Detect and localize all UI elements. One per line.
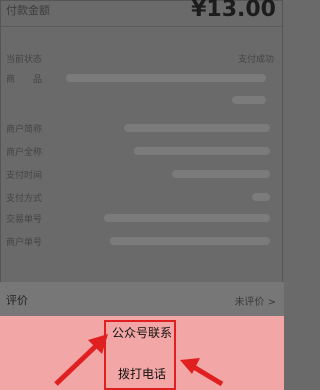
divider — [0, 26, 284, 27]
detail-row-merchant-short: 商户简称 — [0, 122, 284, 141]
review-link[interactable]: 未评价 > — [234, 293, 276, 308]
annotation-arrow-left-icon — [54, 334, 108, 386]
detail-row-pay-method: 支付方式 — [0, 191, 284, 210]
detail-row-pay-time: 支付时间 — [0, 168, 284, 187]
blurred-value — [232, 96, 266, 104]
detail-label: 当前状态 — [6, 55, 43, 65]
blurred-value — [172, 170, 270, 178]
highlight-box — [104, 320, 176, 390]
blurred-value — [134, 147, 270, 155]
blurred-value — [252, 193, 270, 201]
detail-value: 支付成功 — [237, 55, 274, 65]
blurred-value — [124, 124, 270, 132]
blurred-value — [104, 214, 270, 222]
detail-row-merchant-no: 商户单号 — [0, 235, 284, 254]
annotation-arrow-right-icon — [180, 358, 224, 387]
detail-row-transaction-no: 交易单号 — [0, 212, 284, 231]
detail-label: 商户全称 — [6, 148, 43, 158]
amount-label: 付款金额 — [6, 4, 50, 17]
review-label: 评价 — [6, 294, 28, 307]
detail-label: 支付方式 — [6, 194, 43, 204]
detail-label: 交易单号 — [6, 215, 43, 225]
detail-label: 商 品 — [6, 75, 43, 85]
blurred-value — [110, 237, 270, 245]
payment-amount-row: 付款金额 ¥13.00 — [0, 0, 284, 26]
review-row[interactable]: 评价 未评价 > — [0, 282, 284, 316]
amount-value: ¥13.00 — [191, 0, 276, 22]
detail-label: 商户简称 — [6, 125, 43, 135]
detail-row-product: 商 品 — [0, 72, 284, 91]
detail-row-status: 当前状态 支付成功 — [0, 52, 284, 71]
blurred-value — [66, 74, 266, 82]
detail-row-product-extra — [0, 92, 284, 111]
detail-label: 商户单号 — [6, 238, 43, 248]
detail-label: 支付时间 — [6, 171, 43, 181]
detail-row-merchant-full: 商户全称 — [0, 145, 284, 164]
